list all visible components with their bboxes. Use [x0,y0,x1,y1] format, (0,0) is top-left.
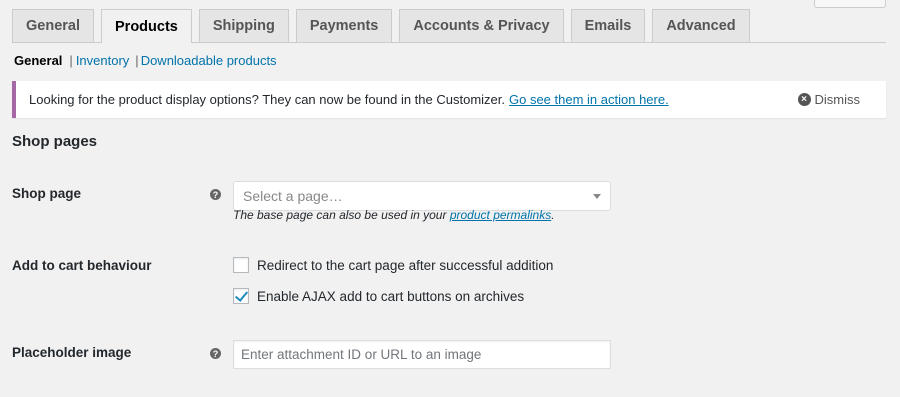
placeholder-image-label: Placeholder image [12,345,132,360]
redirect-to-cart-label: Redirect to the cart page after successf… [257,257,554,273]
shop-page-select[interactable]: Select a page… [233,181,611,211]
placeholder-image-placeholder: Enter attachment ID or URL to an image [241,347,482,362]
subnav-link-inventory[interactable]: Inventory [76,53,129,68]
notice-link[interactable]: Go see them in action here. [509,92,669,107]
customizer-notice: Looking for the product display options?… [12,81,886,118]
subnav-separator: | [69,53,73,68]
ajax-add-to-cart-option[interactable]: Enable AJAX add to cart buttons on archi… [233,288,524,304]
dismiss-button[interactable]: × Dismiss [797,92,861,107]
add-to-cart-label: Add to cart behaviour [12,258,152,273]
redirect-to-cart-option[interactable]: Redirect to the cart page after successf… [233,257,553,273]
subnav-link-downloadable-products[interactable]: Downloadable products [141,53,277,68]
subnav-separator: | [135,53,139,68]
placeholder-image-input[interactable]: Enter attachment ID or URL to an image [233,340,611,369]
tab-advanced[interactable]: Advanced [652,9,750,42]
tab-shipping[interactable]: Shipping [198,9,289,42]
help-icon[interactable]: ? [210,348,221,359]
dismiss-label: Dismiss [814,92,861,107]
help-icon[interactable]: ? [210,189,221,200]
ajax-add-to-cart-label: Enable AJAX add to cart buttons on archi… [257,288,525,304]
chevron-down-icon [593,194,601,199]
shop-page-description: The base page can also be used in your p… [233,208,555,222]
product-permalinks-link[interactable]: product permalinks [450,208,551,222]
tab-payments[interactable]: Payments [295,9,393,42]
notice-text: Looking for the product display options?… [29,92,505,107]
redirect-to-cart-checkbox[interactable] [233,257,249,273]
shop-page-label: Shop page [12,186,82,201]
close-icon: × [797,93,811,106]
notice-message: Looking for the product display options?… [29,92,669,107]
section-title: Shop pages [12,133,98,150]
settings-tabs: General Products Shipping Payments Accou… [12,9,886,43]
tab-emails[interactable]: Emails [570,9,646,42]
shop-page-select-placeholder: Select a page… [243,188,343,204]
sub-navigation: General | Inventory | Downloadable products [14,53,277,68]
description-text: The base page can also be used in your [233,208,447,222]
tab-general[interactable]: General [12,9,94,42]
ajax-add-to-cart-checkbox[interactable] [233,288,249,304]
description-suffix: . [551,208,555,222]
top-right-button[interactable] [814,0,886,8]
tab-products[interactable]: Products [101,9,192,43]
tab-accounts-privacy[interactable]: Accounts & Privacy [399,9,564,42]
subnav-current-general: General [14,53,63,68]
